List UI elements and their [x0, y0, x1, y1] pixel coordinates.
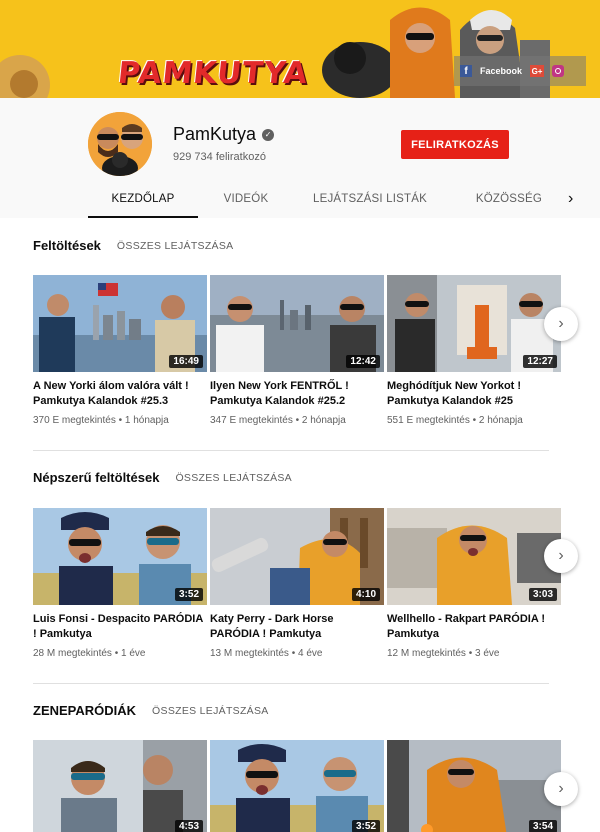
video-thumbnail[interactable]: 16:49 [33, 275, 207, 372]
section-divider [33, 450, 549, 451]
video-duration: 4:10 [351, 588, 380, 601]
section-uploads: Feltöltések ÖSSZES LEJÁTSZÁSA 16:49 A Ne… [0, 238, 600, 448]
section-header: ZENEPARÓDIÁK ÖSSZES LEJÁTSZÁSA [33, 703, 269, 718]
video-duration: 4:53 [174, 820, 203, 832]
video-duration: 3:52 [174, 588, 203, 601]
chevron-right-icon[interactable]: › [568, 190, 573, 208]
video-duration: 12:42 [346, 355, 380, 368]
video-title[interactable]: A New Yorki álom valóra vált ! Pamkutya … [33, 379, 203, 409]
video-title[interactable]: Katy Perry - Dark Horse PARÓDIA ! Pamkut… [210, 612, 380, 642]
channel-name-text: PamKutya [173, 124, 257, 144]
subscriber-count: 929 734 feliratkozó [173, 151, 266, 163]
chevron-right-icon[interactable]: › [544, 539, 578, 573]
video-meta: 370 E megtekintés • 1 hónapja [33, 415, 169, 426]
channel-banner: PAMKUTYA f Facebook G+ [0, 0, 600, 98]
banner-social-links: f Facebook G+ [454, 56, 586, 86]
video-thumbnail[interactable]: 3:03 [387, 508, 561, 605]
channel-avatar[interactable] [88, 112, 152, 176]
channel-name[interactable]: PamKutya ✓ [173, 124, 275, 145]
chevron-right-icon[interactable]: › [544, 772, 578, 806]
tab-videos[interactable]: VIDEÓK [210, 182, 282, 216]
video-duration: 3:03 [528, 588, 557, 601]
instagram-icon[interactable] [552, 65, 565, 77]
play-all-button[interactable]: ÖSSZES LEJÁTSZÁSA [152, 705, 269, 717]
video-thumbnail[interactable]: 12:27 [387, 275, 561, 372]
video-thumbnail[interactable]: 3:54 [387, 740, 561, 832]
video-meta: 13 M megtekintés • 4 éve [210, 648, 323, 659]
video-meta: 347 E megtekintés • 2 hónapja [210, 415, 346, 426]
section-title[interactable]: Népszerű feltöltések [33, 470, 159, 485]
chevron-right-icon[interactable]: › [544, 307, 578, 341]
video-thumbnail[interactable]: 4:53 [33, 740, 207, 832]
channel-tabs: KEZDŐLAP VIDEÓK LEJÁTSZÁSI LISTÁK KÖZÖSS… [0, 182, 600, 218]
play-all-button[interactable]: ÖSSZES LEJÁTSZÁSA [117, 240, 234, 252]
section-title[interactable]: Feltöltések [33, 238, 101, 253]
banner-logo: PAMKUTYA [116, 56, 310, 91]
video-thumbnail[interactable]: 3:52 [33, 508, 207, 605]
play-all-button[interactable]: ÖSSZES LEJÁTSZÁSA [175, 472, 292, 484]
banner-decoration-small [10, 70, 38, 98]
channel-header: PamKutya ✓ 929 734 feliratkozó FELIRATKO… [0, 98, 600, 218]
subscribe-button[interactable]: FELIRATKOZÁS [401, 130, 509, 159]
facebook-link[interactable]: Facebook [480, 66, 522, 76]
video-thumbnail[interactable]: 12:42 [210, 275, 384, 372]
video-title[interactable]: Ilyen New York FENTRŐL ! Pamkutya Kaland… [210, 379, 380, 409]
section-title[interactable]: ZENEPARÓDIÁK [33, 703, 136, 718]
section-popular: Népszerű feltöltések ÖSSZES LEJÁTSZÁSA 3… [0, 470, 600, 680]
video-title[interactable]: Luis Fonsi - Despacito PARÓDIA ! Pamkuty… [33, 612, 203, 642]
video-title[interactable]: Wellhello - Rakpart PARÓDIA ! Pamkutya [387, 612, 557, 642]
tab-community[interactable]: KÖZÖSSÉG [464, 182, 554, 216]
section-divider [33, 683, 549, 684]
video-duration: 3:52 [351, 820, 380, 832]
video-duration: 16:49 [169, 355, 203, 368]
verified-icon: ✓ [262, 128, 275, 141]
googleplus-icon[interactable]: G+ [530, 65, 545, 77]
video-thumbnail[interactable]: 4:10 [210, 508, 384, 605]
avatar-illustration [88, 112, 152, 176]
video-meta: 12 M megtekintés • 3 éve [387, 648, 500, 659]
tab-home[interactable]: KEZDŐLAP [88, 182, 198, 218]
section-parodies: ZENEPARÓDIÁK ÖSSZES LEJÁTSZÁSA 4:53 3:52… [0, 703, 600, 832]
video-thumbnail[interactable]: 3:52 [210, 740, 384, 832]
facebook-icon[interactable]: f [460, 65, 472, 77]
tab-playlists[interactable]: LEJÁTSZÁSI LISTÁK [300, 182, 440, 216]
video-title[interactable]: Meghódítjuk New Yorkot ! Pamkutya Kaland… [387, 379, 557, 409]
section-header: Népszerű feltöltések ÖSSZES LEJÁTSZÁSA [33, 470, 292, 485]
video-duration: 3:54 [528, 820, 557, 832]
video-meta: 28 M megtekintés • 1 éve [33, 648, 146, 659]
video-duration: 12:27 [523, 355, 557, 368]
section-header: Feltöltések ÖSSZES LEJÁTSZÁSA [33, 238, 233, 253]
video-meta: 551 E megtekintés • 2 hónapja [387, 415, 523, 426]
